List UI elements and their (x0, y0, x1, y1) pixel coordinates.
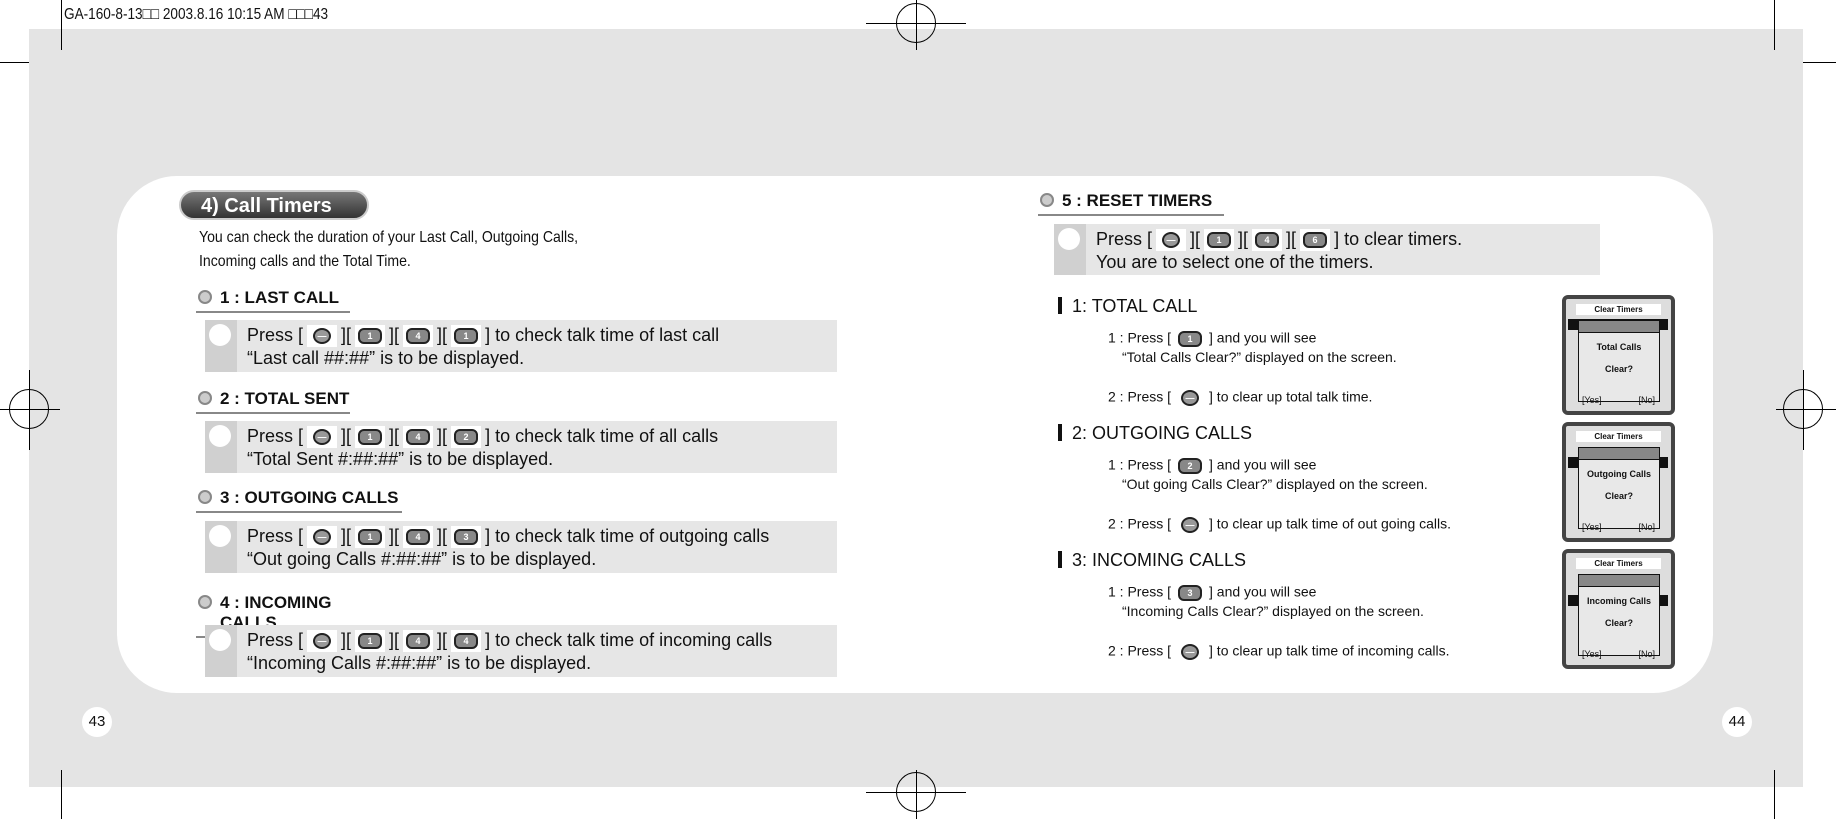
step-2: 2 : Press [—] to clear up talk time of i… (1108, 641, 1449, 663)
step-1: 1 : Press [2] and you will see (1108, 455, 1316, 477)
menu-key-icon: — (307, 426, 338, 449)
instruction-box: Press [—][1][4][3] to check talk time of… (205, 521, 837, 573)
bullet-tab (205, 421, 237, 473)
registration-mark (1803, 370, 1804, 450)
subsection-heading: 2: OUTGOING CALLS (1058, 423, 1252, 444)
bullet-icon (198, 290, 212, 304)
bullet-icon (198, 391, 212, 405)
key-4-icon: 4 (403, 325, 434, 348)
crop-mark (61, 0, 62, 50)
bullet-icon (198, 490, 212, 504)
menu-key-icon: — (1175, 641, 1206, 663)
key-1-icon: 1 (1204, 229, 1235, 252)
page-number-right: 44 (1722, 707, 1752, 737)
key-4-icon: 4 (403, 630, 434, 653)
registration-mark (916, 0, 917, 50)
crop-mark (1774, 770, 1775, 819)
step-1: 1 : Press [3] and you will see (1108, 582, 1316, 604)
menu-key-icon: — (307, 526, 338, 549)
key-1-icon: 1 (355, 325, 386, 348)
phone-screen: Clear Timers Total Calls Clear? [Yes] [No] (1562, 295, 1675, 415)
key-2-icon: 2 (1175, 455, 1206, 477)
subsection-heading: 3: INCOMING CALLS (1058, 550, 1246, 571)
menu-key-icon: — (1175, 514, 1206, 536)
menu-key-icon: — (1175, 387, 1206, 409)
key-6-icon: 6 (1300, 229, 1331, 252)
yes-softkey: [Yes] (1582, 395, 1602, 405)
no-softkey: [No] (1638, 649, 1655, 659)
key-4-icon: 4 (451, 630, 482, 653)
bullet-tab (205, 521, 237, 573)
instruction-box: Press [—][1][4][4] to check talk time of… (205, 625, 837, 677)
key-1-icon: 1 (451, 325, 482, 348)
yes-softkey: [Yes] (1582, 522, 1602, 532)
registration-mark (916, 770, 917, 819)
registration-mark (29, 370, 30, 450)
menu-key-icon: — (307, 325, 338, 348)
bullet-tab (205, 625, 237, 677)
description: You can check the duration of your Last … (199, 229, 579, 270)
registration-mark (1776, 409, 1836, 410)
key-2-icon: 2 (451, 426, 482, 449)
crop-mark (0, 62, 29, 63)
bullet-tab (205, 320, 237, 372)
step-1-detail: “Out going Calls Clear?” displayed on th… (1122, 476, 1428, 492)
phone-screen: Clear Timers Incoming Calls Clear? [Yes] [No… (1562, 549, 1675, 669)
instruction-box: Press [—][1][4][6] to clear timers. You a… (1054, 224, 1600, 275)
phone-screen: Clear Timers Outgoing Calls Clear? [Yes] [No… (1562, 422, 1675, 542)
registration-mark (0, 409, 60, 410)
subsection-heading: 1: TOTAL CALL (1058, 296, 1197, 317)
print-header: GA-160-8-13□□ 2003.8.16 10:15 AM □□□43 (64, 6, 329, 23)
bullet-icon (1040, 193, 1054, 207)
step-2: 2 : Press [—] to clear up total talk tim… (1108, 387, 1372, 409)
section-title: 4) Call Timers (179, 190, 369, 220)
confirm-dialog: Outgoing Calls Clear? (1578, 447, 1660, 529)
bullet-icon (198, 595, 212, 609)
bullet-tab (1054, 224, 1086, 275)
no-softkey: [No] (1638, 522, 1655, 532)
key-4-icon: 4 (403, 526, 434, 549)
section-heading: 1 : LAST CALL (196, 288, 350, 313)
step-1: 1 : Press [1] and you will see (1108, 328, 1316, 350)
crop-mark (1774, 0, 1775, 50)
page-number-left: 43 (82, 707, 112, 737)
menu-key-icon: — (307, 630, 338, 653)
key-1-icon: 1 (355, 426, 386, 449)
instruction-box: Press [—][1][4][1] to check talk time of… (205, 320, 837, 372)
instruction-box: Press [—][1][4][2] to check talk time of… (205, 421, 837, 473)
crop-mark (1803, 62, 1836, 63)
crop-mark (61, 770, 62, 819)
key-1-icon: 1 (355, 526, 386, 549)
section-heading: 3 : OUTGOING CALLS (196, 488, 402, 513)
step-1-detail: “Total Calls Clear?” displayed on the sc… (1122, 349, 1397, 365)
section-heading: 2 : TOTAL SENT (196, 389, 350, 414)
yes-softkey: [Yes] (1582, 649, 1602, 659)
key-3-icon: 3 (1175, 582, 1206, 604)
no-softkey: [No] (1638, 395, 1655, 405)
confirm-dialog: Incoming Calls Clear? (1578, 574, 1660, 656)
confirm-dialog: Total Calls Clear? (1578, 320, 1660, 402)
key-4-icon: 4 (1252, 229, 1283, 252)
step-1-detail: “Incoming Calls Clear?” displayed on the… (1122, 603, 1424, 619)
menu-key-icon: — (1156, 229, 1187, 252)
key-4-icon: 4 (403, 426, 434, 449)
key-1-icon: 1 (1175, 328, 1206, 350)
key-3-icon: 3 (451, 526, 482, 549)
section-heading: 5 : RESET TIMERS (1038, 191, 1224, 216)
key-1-icon: 1 (355, 630, 386, 653)
step-2: 2 : Press [—] to clear up talk time of o… (1108, 514, 1451, 536)
